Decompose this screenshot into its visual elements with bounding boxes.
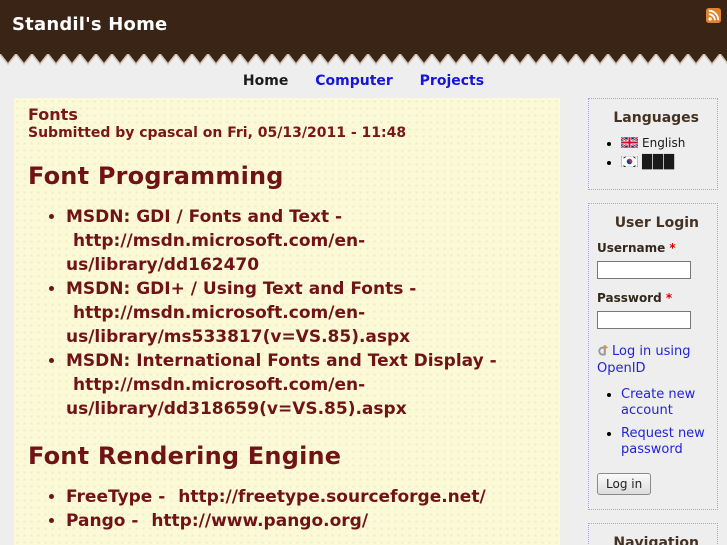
- list-item: Pango - http://www.pango.org/: [66, 509, 546, 533]
- list-item-link[interactable]: http://www.pango.org/: [151, 511, 368, 531]
- list-item: MSDN: GDI / Fonts and Text - http://msdn…: [66, 205, 546, 277]
- zigzag-border: [0, 54, 727, 66]
- languages-title: Languages: [613, 110, 699, 126]
- user-login-block: User Login Username * Password * Log in …: [588, 203, 718, 510]
- navigation-title: Navigation: [613, 535, 699, 545]
- language-item-english: English: [620, 136, 709, 150]
- font-rendering-list: FreeType - http://freetype.sourceforge.n…: [28, 485, 546, 533]
- uk-flag-icon: [620, 136, 639, 149]
- list-item-link[interactable]: http://msdn.microsoft.com/en-us/library/…: [66, 303, 410, 347]
- openid-link[interactable]: Log in using OpenID: [597, 344, 690, 376]
- username-input[interactable]: [597, 261, 691, 279]
- list-item: FreeType - http://freetype.sourceforge.n…: [66, 485, 546, 509]
- nav-item-computer[interactable]: Computer: [315, 73, 393, 89]
- nav-item-projects[interactable]: Projects: [420, 73, 484, 89]
- login-form: Username * Password * Log in using OpenI…: [597, 241, 709, 495]
- section-heading-font-rendering: Font Rendering Engine: [28, 442, 342, 470]
- languages-block: Languages English: [588, 98, 718, 190]
- languages-list: English ███: [597, 136, 709, 170]
- site-header: Standil's Home: [0, 0, 727, 54]
- list-item-link[interactable]: http://msdn.microsoft.com/en-us/library/…: [66, 231, 365, 275]
- list-item-label: MSDN: International Fonts and Text Displ…: [66, 351, 497, 371]
- list-item: MSDN: International Fonts and Text Displ…: [66, 349, 546, 421]
- password-label: Password *: [597, 291, 673, 305]
- sidebar: Languages English: [588, 98, 718, 545]
- main-wrap: Fonts Submitted by cpascal on Fri, 05/13…: [0, 98, 727, 545]
- username-label: Username *: [597, 241, 676, 255]
- required-marker: *: [669, 241, 676, 255]
- language-link-korean-blocks[interactable]: ███: [642, 155, 675, 170]
- article-submitted: Submitted by cpascal on Fri, 05/13/2011 …: [28, 125, 407, 141]
- list-item-label: MSDN: GDI / Fonts and Text -: [66, 207, 343, 227]
- login-links: Create new account Request new password: [597, 387, 709, 458]
- list-item: MSDN: GDI+ / Using Text and Fonts - http…: [66, 277, 546, 349]
- openid-login: Log in using OpenID: [597, 343, 709, 377]
- list-item-label: Pango -: [66, 511, 139, 531]
- language-item-korean: ███: [620, 155, 709, 170]
- required-marker: *: [665, 291, 673, 305]
- rss-icon[interactable]: [706, 8, 721, 23]
- font-programming-list: MSDN: GDI / Fonts and Text - http://msdn…: [28, 205, 546, 421]
- section-heading-font-programming: Font Programming: [28, 162, 284, 190]
- article-title: Fonts: [28, 105, 546, 124]
- site-title[interactable]: Standil's Home: [12, 14, 167, 35]
- article-title-link[interactable]: Fonts: [28, 105, 78, 124]
- openid-icon: [598, 345, 609, 356]
- password-input[interactable]: [597, 311, 691, 329]
- list-item-label: FreeType -: [66, 487, 166, 507]
- user-login-title: User Login: [614, 215, 699, 231]
- main-nav: Home Computer Projects: [0, 66, 727, 98]
- login-button[interactable]: Log in: [597, 473, 652, 495]
- kr-flag-icon: [620, 155, 639, 168]
- nav-item-home[interactable]: Home: [243, 73, 288, 89]
- article-content: Fonts Submitted by cpascal on Fri, 05/13…: [14, 98, 560, 545]
- request-password-link[interactable]: Request new password: [621, 426, 705, 457]
- language-link-english[interactable]: English: [642, 136, 685, 150]
- list-item-link[interactable]: http://msdn.microsoft.com/en-us/library/…: [66, 375, 407, 419]
- list-item-label: MSDN: GDI+ / Using Text and Fonts -: [66, 279, 417, 299]
- list-item: Create new account: [621, 387, 709, 419]
- navigation-block: Navigation Popular content Recent change…: [588, 523, 718, 545]
- list-item-link[interactable]: http://freetype.sourceforge.net/: [178, 487, 485, 507]
- list-item: Request new password: [621, 426, 709, 458]
- create-account-link[interactable]: Create new account: [621, 387, 695, 418]
